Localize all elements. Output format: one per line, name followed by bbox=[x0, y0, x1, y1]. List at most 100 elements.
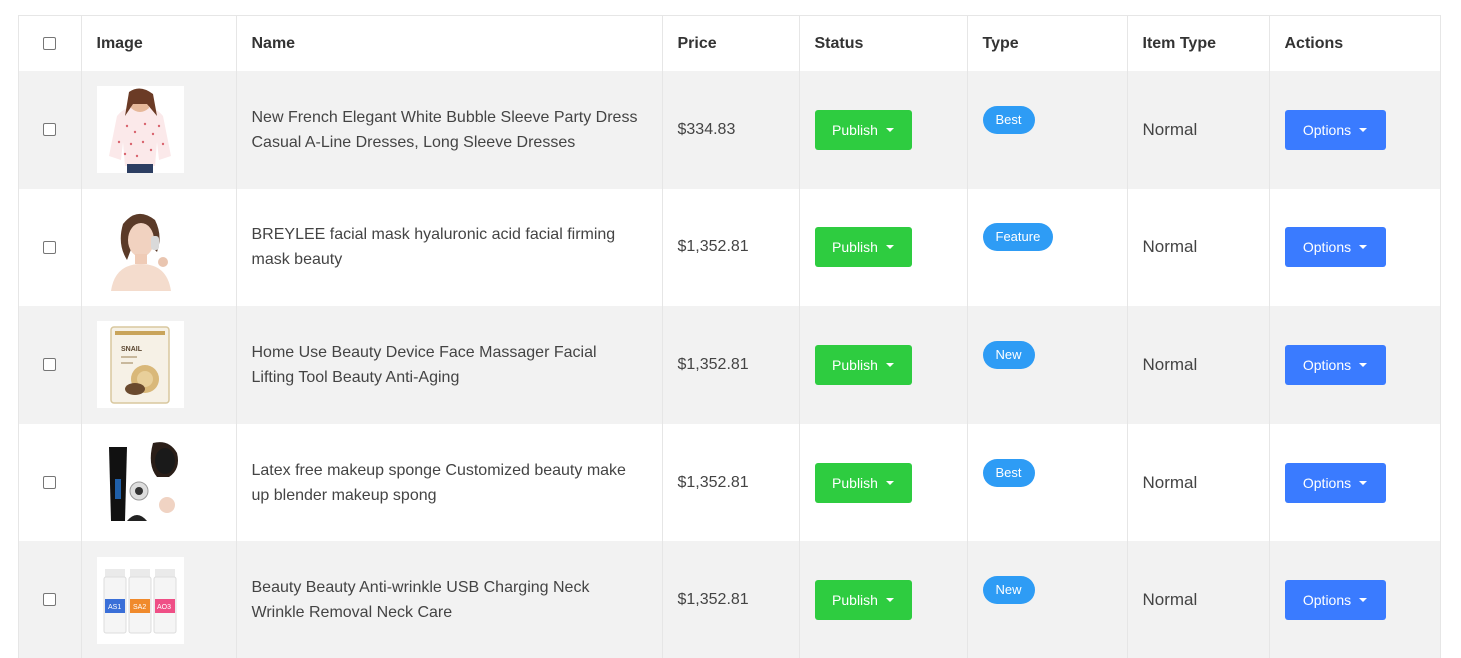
mask-pack-label: SNAIL bbox=[121, 346, 143, 353]
header-actions: Actions bbox=[1268, 16, 1440, 71]
publish-label: Publish bbox=[832, 356, 878, 373]
caret-down-icon bbox=[1359, 362, 1368, 367]
publish-status-button[interactable]: Publish bbox=[814, 109, 912, 150]
options-button[interactable]: Options bbox=[1284, 227, 1386, 268]
row-checkbox[interactable] bbox=[43, 358, 57, 372]
image-cell bbox=[80, 71, 236, 189]
table-row: SNAIL Home Use Beauty Device Face Massag… bbox=[19, 306, 1440, 424]
item-type: Normal bbox=[1126, 188, 1269, 307]
bottle-label-2: SA2 bbox=[133, 604, 146, 611]
publish-label: Publish bbox=[832, 121, 878, 138]
options-label: Options bbox=[1302, 474, 1352, 491]
product-image-blouse[interactable] bbox=[96, 86, 184, 174]
select-all-checkbox[interactable] bbox=[43, 36, 57, 50]
item-type: Normal bbox=[1126, 423, 1269, 542]
table-row: New French Elegant White Bubble Sleeve P… bbox=[19, 71, 1440, 189]
product-price: $1,352.81 bbox=[661, 306, 799, 424]
item-type: Normal bbox=[1126, 71, 1269, 189]
options-button[interactable]: Options bbox=[1284, 344, 1386, 385]
header-type[interactable]: Type bbox=[966, 16, 1127, 71]
publish-status-button[interactable]: Publish bbox=[814, 227, 912, 268]
options-label: Options bbox=[1302, 239, 1352, 256]
caret-down-icon bbox=[885, 598, 894, 603]
caret-down-icon bbox=[1359, 127, 1368, 132]
item-type: Normal bbox=[1126, 541, 1269, 658]
row-select-cell bbox=[19, 541, 81, 658]
options-label: Options bbox=[1302, 592, 1352, 609]
product-image-snail-mask[interactable]: SNAIL bbox=[96, 321, 184, 409]
row-select-cell bbox=[19, 306, 81, 424]
options-label: Options bbox=[1302, 121, 1352, 138]
type-cell: Feature bbox=[966, 188, 1127, 307]
options-button[interactable]: Options bbox=[1284, 580, 1386, 621]
caret-down-icon bbox=[1359, 598, 1368, 603]
product-price: $1,352.81 bbox=[661, 541, 799, 658]
table-row: AS1 SA2 AO3 Beauty Beauty Anti-wrinkle U… bbox=[19, 541, 1440, 658]
publish-status-button[interactable]: Publish bbox=[814, 462, 912, 503]
row-select-cell bbox=[19, 71, 81, 189]
publish-status-button[interactable]: Publish bbox=[814, 580, 912, 621]
caret-down-icon bbox=[1359, 480, 1368, 485]
publish-label: Publish bbox=[832, 474, 878, 491]
row-select-cell bbox=[19, 424, 81, 542]
type-badge: Best bbox=[982, 105, 1035, 134]
table-row: BREYLEE facial mask hyaluronic acid faci… bbox=[19, 188, 1440, 307]
product-table: Image Name Price Status Type Item Type A… bbox=[18, 15, 1441, 658]
product-image-serum-bottles[interactable]: AS1 SA2 AO3 bbox=[96, 556, 184, 644]
product-price: $334.83 bbox=[661, 71, 799, 189]
header-image[interactable]: Image bbox=[80, 16, 236, 71]
publish-label: Publish bbox=[832, 592, 878, 609]
item-type: Normal bbox=[1126, 306, 1269, 424]
product-name: Home Use Beauty Device Face Massager Fac… bbox=[235, 306, 662, 424]
bottle-label-3: AO3 bbox=[157, 604, 171, 611]
header-price[interactable]: Price bbox=[661, 16, 799, 71]
product-name: Latex free makeup sponge Customized beau… bbox=[235, 423, 662, 542]
row-checkbox[interactable] bbox=[43, 123, 57, 137]
row-select-cell bbox=[19, 189, 81, 307]
status-cell: Publish bbox=[798, 306, 967, 424]
product-name: BREYLEE facial mask hyaluronic acid faci… bbox=[235, 188, 662, 307]
table-row: Latex free makeup sponge Customized beau… bbox=[19, 423, 1440, 542]
type-cell: Best bbox=[966, 423, 1127, 542]
type-cell: New bbox=[966, 541, 1127, 658]
image-cell bbox=[80, 423, 236, 542]
product-price: $1,352.81 bbox=[661, 188, 799, 307]
select-all-cell bbox=[19, 16, 81, 71]
product-image-black-mask[interactable] bbox=[96, 439, 184, 527]
status-cell: Publish bbox=[798, 188, 967, 307]
type-badge: Best bbox=[982, 458, 1035, 487]
status-cell: Publish bbox=[798, 423, 967, 542]
product-table-grid: Image Name Price Status Type Item Type A… bbox=[19, 16, 1440, 658]
caret-down-icon bbox=[885, 127, 894, 132]
row-checkbox[interactable] bbox=[43, 593, 57, 607]
caret-down-icon bbox=[885, 362, 894, 367]
actions-cell: Options bbox=[1268, 71, 1440, 189]
bottle-label-1: AS1 bbox=[108, 604, 121, 611]
options-button[interactable]: Options bbox=[1284, 462, 1386, 503]
status-cell: Publish bbox=[798, 71, 967, 189]
product-name: Beauty Beauty Anti-wrinkle USB Charging … bbox=[235, 541, 662, 658]
caret-down-icon bbox=[885, 480, 894, 485]
image-cell: AS1 SA2 AO3 bbox=[80, 541, 236, 658]
image-cell: SNAIL bbox=[80, 306, 236, 424]
caret-down-icon bbox=[1359, 245, 1368, 250]
product-image-face-mask-model[interactable] bbox=[96, 203, 184, 291]
options-button[interactable]: Options bbox=[1284, 109, 1386, 150]
type-badge: New bbox=[982, 340, 1035, 369]
actions-cell: Options bbox=[1268, 423, 1440, 542]
header-item-type[interactable]: Item Type bbox=[1126, 16, 1269, 71]
type-badge: Feature bbox=[982, 223, 1054, 252]
status-cell: Publish bbox=[798, 541, 967, 658]
header-status[interactable]: Status bbox=[798, 16, 967, 71]
publish-label: Publish bbox=[832, 239, 878, 256]
actions-cell: Options bbox=[1268, 541, 1440, 658]
header-name[interactable]: Name bbox=[235, 16, 662, 71]
table-header-row: Image Name Price Status Type Item Type A… bbox=[19, 16, 1440, 71]
publish-status-button[interactable]: Publish bbox=[814, 344, 912, 385]
product-name: New French Elegant White Bubble Sleeve P… bbox=[235, 71, 662, 189]
image-cell bbox=[80, 188, 236, 307]
row-checkbox[interactable] bbox=[43, 475, 57, 489]
row-checkbox[interactable] bbox=[43, 240, 57, 254]
caret-down-icon bbox=[885, 245, 894, 250]
actions-cell: Options bbox=[1268, 306, 1440, 424]
